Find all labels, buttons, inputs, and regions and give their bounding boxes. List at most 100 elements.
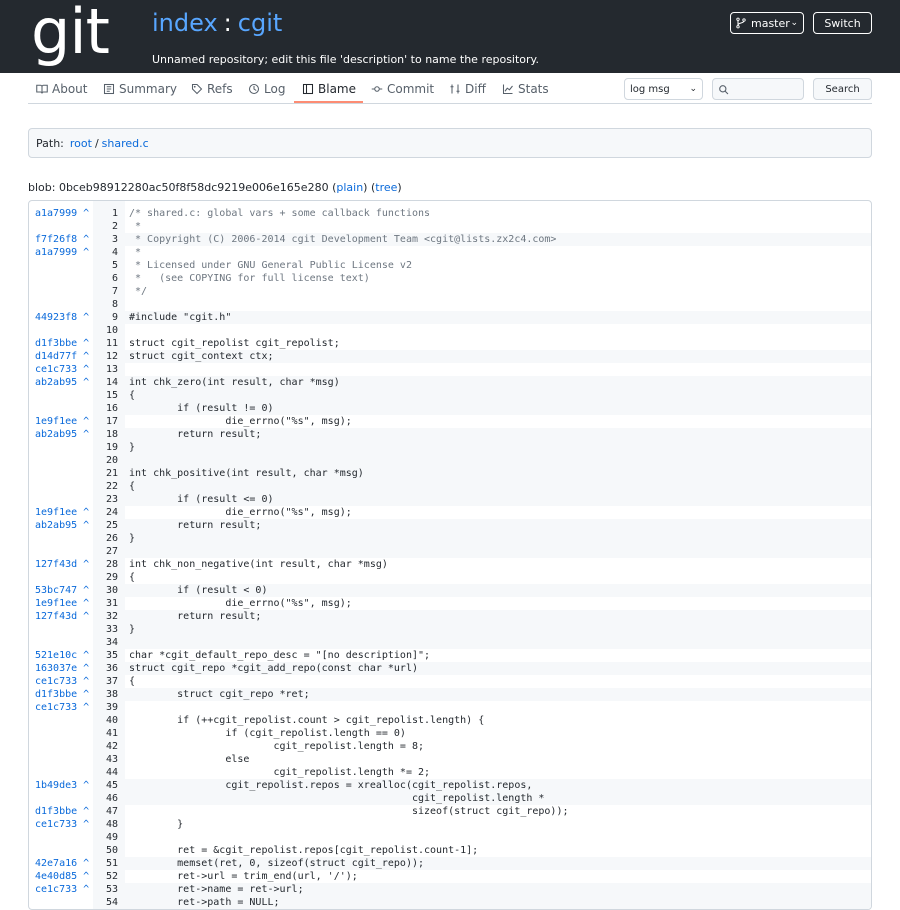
commit-hash-link[interactable]: 163037e ^	[35, 662, 91, 675]
line-number[interactable]: 36	[93, 662, 118, 675]
commit-hash-link[interactable]: d14d77f ^	[35, 350, 91, 363]
plain-link[interactable]: plain	[336, 181, 363, 194]
commit-hash-link[interactable]: ce1c733 ^	[35, 675, 91, 688]
branch-select[interactable]: master ⌄	[730, 12, 804, 34]
commit-hash-link[interactable]: 4e40d85 ^	[35, 870, 91, 883]
line-number[interactable]: 49	[93, 831, 118, 844]
commit-hash-link[interactable]: ce1c733 ^	[35, 883, 91, 896]
search-type-select[interactable]: log msg ⌄	[624, 78, 703, 100]
line-number[interactable]: 19	[93, 441, 118, 454]
line-number[interactable]: 14	[93, 376, 118, 389]
line-number[interactable]: 22	[93, 480, 118, 493]
commit-hash-link[interactable]: 42e7a16 ^	[35, 857, 91, 870]
line-number[interactable]: 47	[93, 805, 118, 818]
line-number[interactable]: 3	[93, 233, 118, 246]
line-number[interactable]: 2	[93, 220, 118, 233]
line-number[interactable]: 15	[93, 389, 118, 402]
commit-hash-link[interactable]: 1e9f1ee ^	[35, 506, 91, 519]
commit-hash-link[interactable]: f7f26f8 ^	[35, 233, 91, 246]
tab-about[interactable]: About	[36, 73, 87, 104]
line-number[interactable]: 26	[93, 532, 118, 545]
line-number[interactable]: 44	[93, 766, 118, 779]
search-input[interactable]	[712, 78, 804, 100]
commit-hash-link[interactable]: ab2ab95 ^	[35, 428, 91, 441]
line-number[interactable]: 27	[93, 545, 118, 558]
line-number[interactable]: 51	[93, 857, 118, 870]
line-number[interactable]: 24	[93, 506, 118, 519]
line-number[interactable]: 12	[93, 350, 118, 363]
line-number[interactable]: 52	[93, 870, 118, 883]
commit-hash-link[interactable]: 1e9f1ee ^	[35, 415, 91, 428]
repo-link[interactable]: cgit	[238, 9, 283, 37]
line-number[interactable]: 39	[93, 701, 118, 714]
line-number[interactable]: 37	[93, 675, 118, 688]
line-number[interactable]: 29	[93, 571, 118, 584]
commit-hash-link[interactable]: d1f3bbe ^	[35, 337, 91, 350]
line-number[interactable]: 41	[93, 727, 118, 740]
line-number[interactable]: 32	[93, 610, 118, 623]
commit-hash-link[interactable]: ce1c733 ^	[35, 818, 91, 831]
switch-button[interactable]: Switch	[813, 12, 872, 34]
line-number[interactable]: 31	[93, 597, 118, 610]
commit-hash-link[interactable]: a1a7999 ^	[35, 207, 91, 220]
commit-hash-link[interactable]: ab2ab95 ^	[35, 519, 91, 532]
line-number[interactable]: 10	[93, 324, 118, 337]
line-number[interactable]: 54	[93, 896, 118, 909]
line-number[interactable]: 53	[93, 883, 118, 896]
line-number[interactable]: 50	[93, 844, 118, 857]
tab-blame[interactable]: Blame	[302, 73, 356, 104]
line-number[interactable]: 33	[93, 623, 118, 636]
commit-hash-link[interactable]: a1a7999 ^	[35, 246, 91, 259]
line-number[interactable]: 16	[93, 402, 118, 415]
tab-stats[interactable]: Stats	[502, 73, 549, 104]
line-number[interactable]: 42	[93, 740, 118, 753]
line-number[interactable]: 40	[93, 714, 118, 727]
line-number[interactable]: 11	[93, 337, 118, 350]
path-file-link[interactable]: shared.c	[102, 137, 149, 150]
commit-hash-link[interactable]: 521e10c ^	[35, 649, 91, 662]
commit-hash-link[interactable]: 127f43d ^	[35, 558, 91, 571]
line-number[interactable]: 38	[93, 688, 118, 701]
line-number[interactable]: 48	[93, 818, 118, 831]
line-number[interactable]: 25	[93, 519, 118, 532]
commit-hash-link[interactable]: ce1c733 ^	[35, 363, 91, 376]
line-number[interactable]: 8	[93, 298, 118, 311]
line-number[interactable]: 4	[93, 246, 118, 259]
commit-hash-link[interactable]: 53bc747 ^	[35, 584, 91, 597]
line-number[interactable]: 1	[93, 207, 118, 220]
line-number[interactable]: 23	[93, 493, 118, 506]
tab-commit[interactable]: Commit	[371, 73, 434, 104]
line-number[interactable]: 30	[93, 584, 118, 597]
line-number[interactable]: 45	[93, 779, 118, 792]
commit-hash-link[interactable]: d1f3bbe ^	[35, 805, 91, 818]
line-number[interactable]: 6	[93, 272, 118, 285]
commit-hash-link[interactable]: 1e9f1ee ^	[35, 597, 91, 610]
tab-summary[interactable]: Summary	[103, 73, 177, 104]
tab-log[interactable]: Log	[248, 73, 285, 104]
commit-hash-link[interactable]: 127f43d ^	[35, 610, 91, 623]
path-root-link[interactable]: root	[70, 137, 92, 150]
line-number[interactable]: 21	[93, 467, 118, 480]
line-number[interactable]: 34	[93, 636, 118, 649]
line-number[interactable]: 28	[93, 558, 118, 571]
line-number[interactable]: 9	[93, 311, 118, 324]
line-number[interactable]: 7	[93, 285, 118, 298]
line-number[interactable]: 18	[93, 428, 118, 441]
line-number[interactable]: 13	[93, 363, 118, 376]
index-link[interactable]: index	[152, 9, 218, 37]
commit-hash-link[interactable]: 1b49de3 ^	[35, 779, 91, 792]
search-button[interactable]: Search	[813, 78, 872, 100]
tab-diff[interactable]: Diff	[449, 73, 486, 104]
line-number[interactable]: 5	[93, 259, 118, 272]
tree-link[interactable]: tree	[375, 181, 397, 194]
commit-hash-link[interactable]: ab2ab95 ^	[35, 376, 91, 389]
line-number[interactable]: 17	[93, 415, 118, 428]
commit-hash-link[interactable]: d1f3bbe ^	[35, 688, 91, 701]
git-logo[interactable]: git	[31, 1, 110, 63]
line-number[interactable]: 20	[93, 454, 118, 467]
line-number[interactable]: 46	[93, 792, 118, 805]
line-number[interactable]: 35	[93, 649, 118, 662]
commit-hash-link[interactable]: ce1c733 ^	[35, 701, 91, 714]
commit-hash-link[interactable]: 44923f8 ^	[35, 311, 91, 324]
tab-refs[interactable]: Refs	[191, 73, 233, 104]
